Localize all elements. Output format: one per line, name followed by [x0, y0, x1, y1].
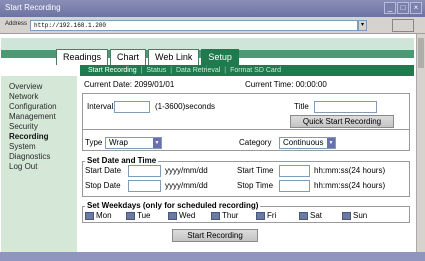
sidebar-item-log-out[interactable]: Log Out	[9, 162, 37, 171]
checkbox-tue[interactable]	[126, 212, 135, 220]
divider	[82, 130, 83, 150]
quick-start-recording-button[interactable]: Quick Start Recording	[290, 115, 394, 128]
stop-date-format: yyyy/mm/dd	[165, 181, 208, 190]
checkbox-wed[interactable]	[168, 212, 177, 220]
subnav-start-recording[interactable]: Start Recording	[88, 67, 137, 74]
divider	[409, 130, 410, 150]
stop-date-label: Stop Date	[85, 181, 121, 190]
start-date-input[interactable]	[128, 165, 161, 177]
tab-readings[interactable]: Readings	[56, 49, 109, 65]
start-recording-button[interactable]: Start Recording	[172, 229, 258, 242]
sidebar-item-configuration[interactable]: Configuration	[9, 102, 57, 111]
divider	[82, 93, 410, 94]
chevron-down-icon: ▼	[327, 138, 335, 148]
weekday-label-sat: Sat	[310, 211, 323, 220]
divider	[82, 93, 83, 129]
start-date-label: Start Date	[85, 166, 122, 175]
subnav-data-retrieval[interactable]: Data Retrieval	[176, 67, 220, 74]
divider	[409, 93, 410, 129]
title-input[interactable]	[314, 101, 377, 113]
window-title: Start Recording	[5, 3, 61, 12]
chevron-down-icon: ▼	[153, 138, 161, 148]
category-select[interactable]: Continuous ▼	[279, 137, 336, 149]
maximize-button[interactable]: □	[397, 2, 409, 14]
type-label: Type	[85, 138, 103, 147]
weekday-label-fri: Fri	[267, 211, 277, 220]
address-input[interactable]: http://192.168.1.200	[30, 20, 358, 31]
sidebar: Overview Network Configuration Managemen…	[1, 76, 77, 252]
close-button[interactable]: ×	[410, 2, 422, 14]
subnav-status[interactable]: Status	[146, 67, 166, 74]
setup-subnav: Start Recording | Status | Data Retrieva…	[80, 65, 414, 76]
minimize-button[interactable]: _	[384, 2, 396, 14]
divider	[82, 150, 410, 151]
current-date: Current Date: 2099/01/01	[84, 80, 175, 89]
title-label: Title	[294, 102, 309, 111]
vertical-scrollbar[interactable]	[416, 34, 425, 252]
start-time-format: hh:mm:ss(24 hours)	[314, 166, 386, 175]
category-label: Category	[239, 138, 272, 147]
stop-date-input[interactable]	[128, 180, 161, 192]
checkbox-mon[interactable]	[85, 212, 94, 220]
status-bar	[0, 252, 425, 261]
start-time-input[interactable]	[279, 165, 310, 177]
weekday-label-mon: Mon	[96, 211, 112, 220]
checkbox-sun[interactable]	[342, 212, 351, 220]
checkbox-thur[interactable]	[211, 212, 220, 220]
stop-time-input[interactable]	[279, 180, 310, 192]
category-select-value: Continuous	[283, 138, 324, 147]
window-controls: _ □ ×	[384, 2, 422, 14]
weekday-label-sun: Sun	[353, 211, 368, 220]
sidebar-item-recording[interactable]: Recording	[9, 132, 49, 141]
subnav-separator: |	[170, 67, 173, 74]
address-bar: Address http://192.168.1.200 ▾	[0, 17, 425, 34]
recording-form: Current Date: 2099/01/01 Current Time: 0…	[80, 76, 414, 252]
divider	[82, 129, 410, 130]
weekday-label-tue: Tue	[137, 211, 151, 220]
weekdays-legend: Set Weekdays (only for scheduled recordi…	[85, 201, 261, 211]
stop-time-format: hh:mm:ss(24 hours)	[314, 181, 386, 190]
start-time-label: Start Time	[237, 166, 274, 175]
sidebar-item-overview[interactable]: Overview	[9, 82, 42, 91]
sidebar-item-management[interactable]: Management	[9, 112, 56, 121]
main-tabs: Readings Chart Web Link Setup	[56, 49, 241, 65]
tab-chart[interactable]: Chart	[110, 49, 147, 65]
address-label: Address	[5, 21, 28, 27]
interval-label: Interval	[87, 102, 114, 111]
checkbox-fri[interactable]	[256, 212, 265, 220]
sidebar-item-security[interactable]: Security	[9, 122, 38, 131]
scrollbar-thumb[interactable]	[418, 38, 424, 68]
checkbox-sat[interactable]	[299, 212, 308, 220]
sidebar-item-system[interactable]: System	[9, 142, 36, 151]
interval-input[interactable]	[114, 101, 150, 113]
stop-time-label: Stop Time	[237, 181, 274, 190]
address-dropdown-icon[interactable]: ▾	[358, 20, 367, 31]
sidebar-item-network[interactable]: Network	[9, 92, 38, 101]
window-titlebar: Start Recording _ □ ×	[0, 0, 425, 17]
sidebar-item-diagnostics[interactable]: Diagnostics	[9, 152, 50, 161]
current-time: Current Time: 00:00:00	[245, 80, 327, 89]
interval-hint: (1-3600)seconds	[155, 102, 216, 111]
type-select-value: Wrap	[109, 138, 128, 147]
tab-web-link[interactable]: Web Link	[148, 49, 200, 65]
tab-setup[interactable]: Setup	[201, 49, 239, 65]
subnav-separator: |	[140, 67, 143, 74]
type-select[interactable]: Wrap ▼	[105, 137, 162, 149]
go-button[interactable]	[392, 19, 414, 32]
weekday-label-thur: Thur	[222, 211, 239, 220]
weekday-label-wed: Wed	[179, 211, 196, 220]
start-date-format: yyyy/mm/dd	[165, 166, 208, 175]
subnav-format-sd-card[interactable]: Format SD Card	[230, 67, 281, 74]
subnav-separator: |	[224, 67, 227, 74]
